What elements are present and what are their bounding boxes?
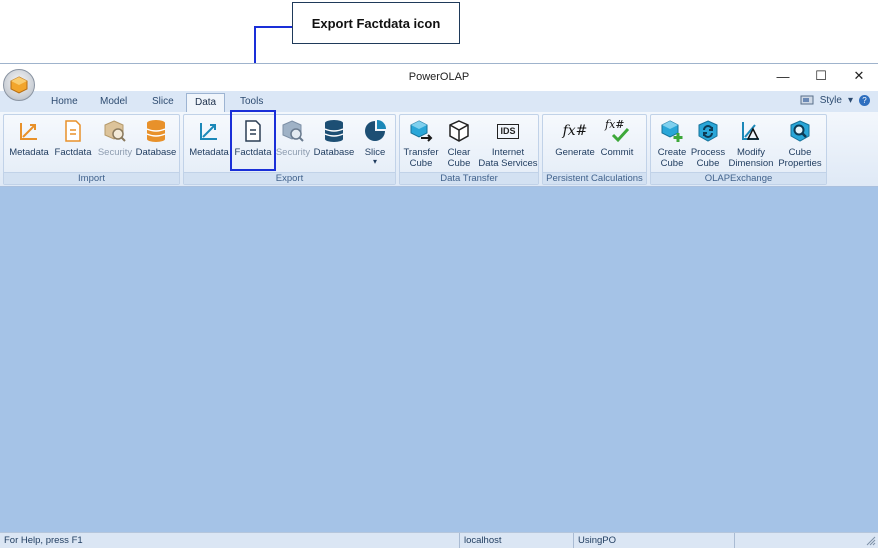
transfer-cube-icon <box>409 119 433 143</box>
tab-model[interactable]: Model <box>92 93 135 112</box>
help-icon[interactable]: ? <box>859 94 870 106</box>
button-label-line1: Create <box>657 147 687 158</box>
generate-button[interactable]: fx# Generate <box>553 119 597 159</box>
button-label-line1: Internet <box>491 147 525 158</box>
group-import: Metadata Factdata Security Database Impo… <box>3 114 180 185</box>
tab-home[interactable]: Home <box>43 93 86 112</box>
group-data-transfer: Transfer Cube Clear Cube IDS Internet Da… <box>399 114 539 185</box>
status-server: localhost <box>459 533 572 548</box>
status-help-text: For Help, press F1 <box>4 535 83 546</box>
security-cube-icon <box>103 119 127 143</box>
ribbon-tabs: Home Model Slice Data Tools Style ▾ ? <box>0 91 878 112</box>
style-label: Style <box>819 94 842 106</box>
button-label-line2: Cube <box>447 158 471 169</box>
button-label-line1: Transfer <box>403 147 439 158</box>
slice-pie-icon <box>363 119 387 143</box>
button-label-line2: Data Services <box>478 158 538 169</box>
metadata-axis-icon <box>17 119 41 143</box>
button-label-line2: Cube <box>409 158 433 169</box>
button-label-line2: Cube <box>696 158 720 169</box>
style-menu[interactable]: Style ▾ ? <box>800 94 870 106</box>
security-cube-icon <box>281 119 305 143</box>
modify-dimension-icon <box>739 119 763 143</box>
button-label: Commit <box>600 147 634 158</box>
group-olapexchange: Create Cube Process Cube Modify Dimensio… <box>650 114 827 185</box>
group-persistent-calculations: fx# Generate fx# Commit Persistent Calcu… <box>542 114 647 185</box>
chevron-down-icon: ▾ <box>847 94 853 106</box>
process-cube-icon <box>696 119 720 143</box>
group-export: Metadata Factdata Security Database Slic… <box>183 114 396 185</box>
button-label: Generate <box>555 147 595 158</box>
button-label: Security <box>275 147 311 158</box>
group-label-import: Import <box>4 172 179 184</box>
button-label: Database <box>313 147 355 158</box>
fx-generate-icon: fx# <box>562 119 588 143</box>
ids-icon-text: IDS <box>497 123 519 139</box>
close-button[interactable]: ✕ <box>840 64 878 88</box>
status-bar: For Help, press F1 localhost UsingPO <box>0 532 878 548</box>
chevron-down-icon: ▾ <box>372 157 377 166</box>
internet-data-services-button[interactable]: IDS Internet Data Services <box>478 119 538 169</box>
database-cylinder-icon <box>144 119 168 143</box>
button-label-line1: Cube <box>788 147 812 158</box>
button-label: Security <box>97 147 133 158</box>
button-label: Database <box>135 147 177 158</box>
export-security-button[interactable]: Security <box>274 119 312 158</box>
poweolap-window: PowerOLAP — ☐ ✕ Home Model Slice Data To… <box>0 63 878 548</box>
clear-cube-icon <box>447 119 471 143</box>
check-icon <box>611 127 630 143</box>
factdata-highlight-box <box>230 110 276 171</box>
button-label: Factdata <box>54 147 92 158</box>
import-factdata-button[interactable]: Factdata <box>52 119 94 158</box>
ribbon-panel: Metadata Factdata Security Database Impo… <box>0 112 878 187</box>
tab-slice[interactable]: Slice <box>144 93 182 112</box>
button-label-line2: Cube <box>660 158 684 169</box>
metadata-axis-icon <box>197 119 221 143</box>
workspace-area <box>0 187 878 533</box>
transfer-cube-button[interactable]: Transfer Cube <box>402 119 440 169</box>
resize-grip-icon[interactable] <box>866 536 876 546</box>
ids-icon: IDS <box>496 119 520 143</box>
cube-properties-button[interactable]: Cube Properties <box>775 119 825 169</box>
title-bar: PowerOLAP — ☐ ✕ <box>0 64 878 101</box>
button-label-line1: Process <box>690 147 726 158</box>
factdata-document-icon <box>61 119 85 143</box>
create-cube-icon <box>660 119 684 143</box>
button-label: Metadata <box>9 147 49 158</box>
import-database-button[interactable]: Database <box>134 119 178 158</box>
style-icon <box>800 95 814 105</box>
process-cube-button[interactable]: Process Cube <box>689 119 727 169</box>
database-cylinder-icon <box>322 119 346 143</box>
import-security-button[interactable]: Security <box>96 119 134 158</box>
status-user: UsingPO <box>573 533 733 548</box>
clear-cube-button[interactable]: Clear Cube <box>440 119 478 169</box>
button-label-line1: Clear <box>447 147 471 158</box>
button-label: Metadata <box>189 147 229 158</box>
minimize-button[interactable]: — <box>764 64 802 88</box>
modify-dimension-button[interactable]: Modify Dimension <box>726 119 776 169</box>
window-title: PowerOLAP <box>408 71 470 83</box>
button-label-line2: Properties <box>778 158 822 169</box>
export-slice-button[interactable]: Slice ▾ <box>358 119 392 166</box>
create-cube-button[interactable]: Create Cube <box>653 119 691 169</box>
export-database-button[interactable]: Database <box>312 119 356 158</box>
status-empty-cell <box>734 533 864 548</box>
import-metadata-button[interactable]: Metadata <box>8 119 50 158</box>
tab-data[interactable]: Data <box>186 93 226 112</box>
group-label-persistent-calculations: Persistent Calculations <box>543 172 646 184</box>
commit-button[interactable]: fx# Commit <box>597 119 637 158</box>
app-menu-orb-icon[interactable] <box>3 69 35 101</box>
button-label-line1: Modify <box>737 147 765 158</box>
fx-text: fx# <box>562 122 588 139</box>
group-label-data-transfer: Data Transfer <box>400 172 538 184</box>
group-label-olapexchange: OLAPExchange <box>651 172 826 184</box>
button-label-line2: Dimension <box>728 158 774 169</box>
group-label-export: Export <box>184 172 395 184</box>
cube-properties-icon <box>788 119 812 143</box>
fx-commit-icon: fx# <box>605 119 630 143</box>
export-metadata-button[interactable]: Metadata <box>188 119 230 158</box>
maximize-button[interactable]: ☐ <box>802 64 840 88</box>
